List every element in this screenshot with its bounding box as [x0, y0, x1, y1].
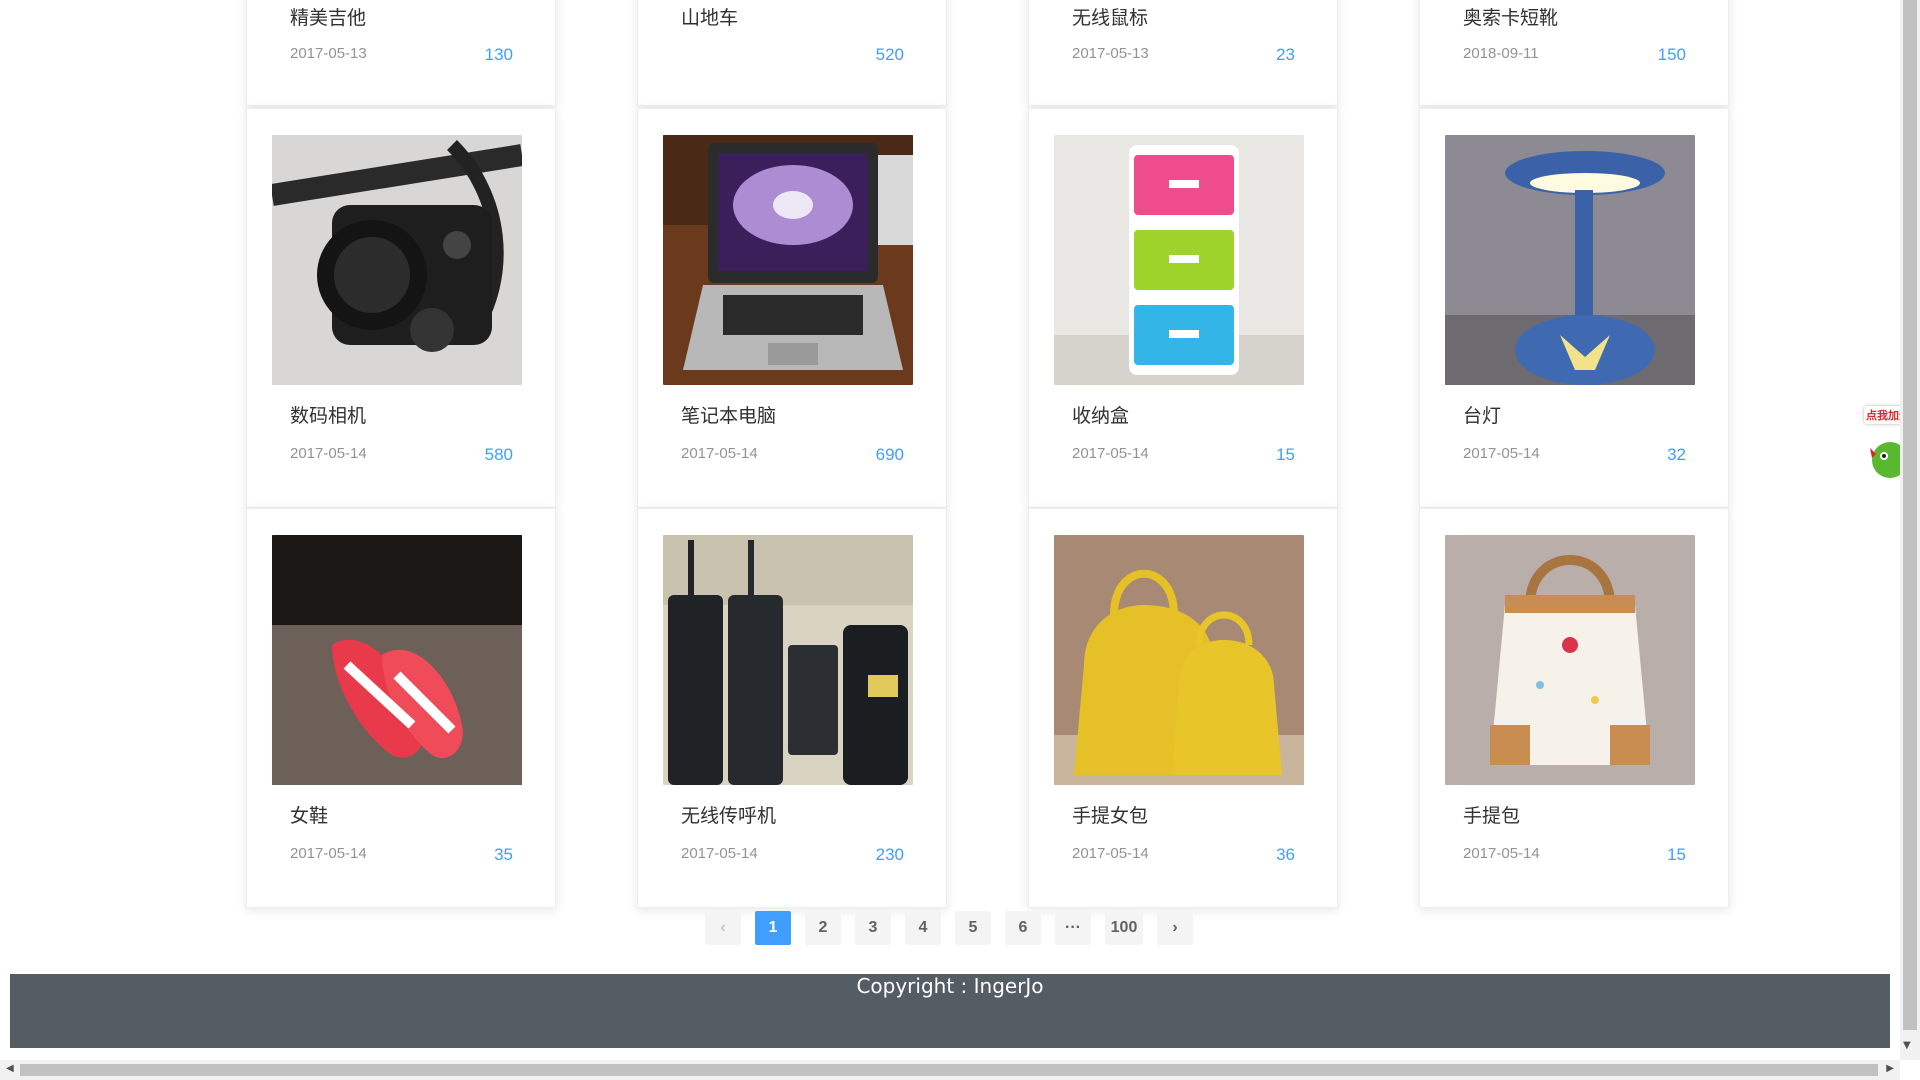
page-4-button[interactable]: 4	[905, 911, 941, 945]
product-name[interactable]: 无线传呼机	[681, 801, 776, 828]
scroll-right-arrow-icon[interactable]: ▶	[1886, 1063, 1894, 1074]
product-count: 23	[1276, 45, 1295, 64]
product-count: 36	[1276, 845, 1295, 864]
product-count: 32	[1667, 445, 1686, 464]
laptop-image[interactable]	[663, 135, 913, 385]
product-count: 230	[875, 845, 904, 864]
product-card[interactable]: 手提包 2017-05-14 15	[1419, 508, 1729, 908]
next-page-button[interactable]: ›	[1157, 911, 1193, 945]
more-pages-button[interactable]: ···	[1055, 911, 1091, 945]
vertical-scroll-thumb[interactable]	[1903, 0, 1917, 1030]
page-6-button[interactable]: 6	[1005, 911, 1041, 945]
page-2-button[interactable]: 2	[805, 911, 841, 945]
product-card[interactable]: 精美吉他 2017-05-13 130	[246, 0, 556, 106]
scroll-left-arrow-icon[interactable]: ◀	[6, 1063, 14, 1074]
product-name[interactable]: 奥索卡短靴	[1463, 3, 1558, 30]
product-name[interactable]: 收纳盒	[1072, 401, 1129, 428]
product-count: 15	[1667, 845, 1686, 864]
product-name[interactable]: 山地车	[681, 3, 738, 30]
product-count: 520	[875, 45, 904, 64]
handbags-image[interactable]	[1054, 535, 1304, 785]
product-date: 2017-05-13	[290, 45, 367, 62]
camera-image[interactable]	[272, 135, 522, 385]
product-date: 2017-05-14	[1072, 845, 1149, 862]
product-name[interactable]: 女鞋	[290, 801, 328, 828]
pagination: ‹ 1 2 3 4 5 6 ··· 100 ›	[705, 911, 1193, 945]
product-count: 35	[494, 845, 513, 864]
product-card[interactable]: 数码相机 2017-05-14 580	[246, 108, 556, 508]
product-card[interactable]: 山地车 520	[637, 0, 947, 106]
product-name[interactable]: 手提包	[1463, 801, 1520, 828]
page-3-button[interactable]: 3	[855, 911, 891, 945]
product-name[interactable]: 精美吉他	[290, 3, 366, 30]
walkie-talkie-image[interactable]	[663, 535, 913, 785]
product-name[interactable]: 无线鼠标	[1072, 3, 1148, 30]
horizontal-scrollbar[interactable]: ◀ ▶	[0, 1060, 1900, 1080]
product-count: 690	[875, 445, 904, 464]
product-count: 580	[484, 445, 513, 464]
product-date: 2017-05-14	[290, 445, 367, 462]
product-count: 130	[484, 45, 513, 64]
product-date: 2017-05-14	[1463, 845, 1540, 862]
scroll-down-arrow-icon[interactable]: ▼	[1903, 1040, 1911, 1051]
product-card[interactable]: 奥索卡短靴 2018-09-11 150	[1419, 0, 1729, 106]
product-date: 2017-05-14	[1072, 445, 1149, 462]
page: 精美吉他 2017-05-13 130 山地车 520 无线鼠标 2017-05…	[0, 0, 1920, 1080]
page-5-button[interactable]: 5	[955, 911, 991, 945]
product-card[interactable]: 台灯 2017-05-14 32	[1419, 108, 1729, 508]
product-date: 2017-05-13	[1072, 45, 1149, 62]
product-count: 15	[1276, 445, 1295, 464]
product-card[interactable]: 收纳盒 2017-05-14 15	[1028, 108, 1338, 508]
horizontal-scroll-thumb[interactable]	[20, 1064, 1878, 1076]
sneakers-image[interactable]	[272, 535, 522, 785]
product-date: 2017-05-14	[290, 845, 367, 862]
tote-bag-image[interactable]	[1445, 535, 1695, 785]
product-card[interactable]: 手提女包 2017-05-14 36	[1028, 508, 1338, 908]
footer: Copyright : IngerJo	[10, 974, 1890, 1048]
product-name[interactable]: 笔记本电脑	[681, 401, 776, 428]
product-name[interactable]: 数码相机	[290, 401, 366, 428]
copyright-text: Copyright : IngerJo	[856, 974, 1044, 998]
product-date: 2017-05-14	[681, 445, 758, 462]
page-1-button[interactable]: 1	[755, 911, 791, 945]
product-count: 150	[1657, 45, 1686, 64]
page-100-button[interactable]: 100	[1105, 911, 1143, 945]
vertical-scrollbar[interactable]: ▼	[1900, 0, 1920, 1060]
product-date: 2017-05-14	[681, 845, 758, 862]
desk-lamp-image[interactable]	[1445, 135, 1695, 385]
product-name[interactable]: 手提女包	[1072, 801, 1148, 828]
product-card[interactable]: 无线传呼机 2017-05-14 230	[637, 508, 947, 908]
storage-box-image[interactable]	[1054, 135, 1304, 385]
product-date: 2018-09-11	[1463, 45, 1539, 62]
product-card[interactable]: 笔记本电脑 2017-05-14 690	[637, 108, 947, 508]
product-name[interactable]: 台灯	[1463, 401, 1501, 428]
product-card[interactable]: 女鞋 2017-05-14 35	[246, 508, 556, 908]
product-date: 2017-05-14	[1463, 445, 1540, 462]
prev-page-button[interactable]: ‹	[705, 911, 741, 945]
product-card[interactable]: 无线鼠标 2017-05-13 23	[1028, 0, 1338, 106]
